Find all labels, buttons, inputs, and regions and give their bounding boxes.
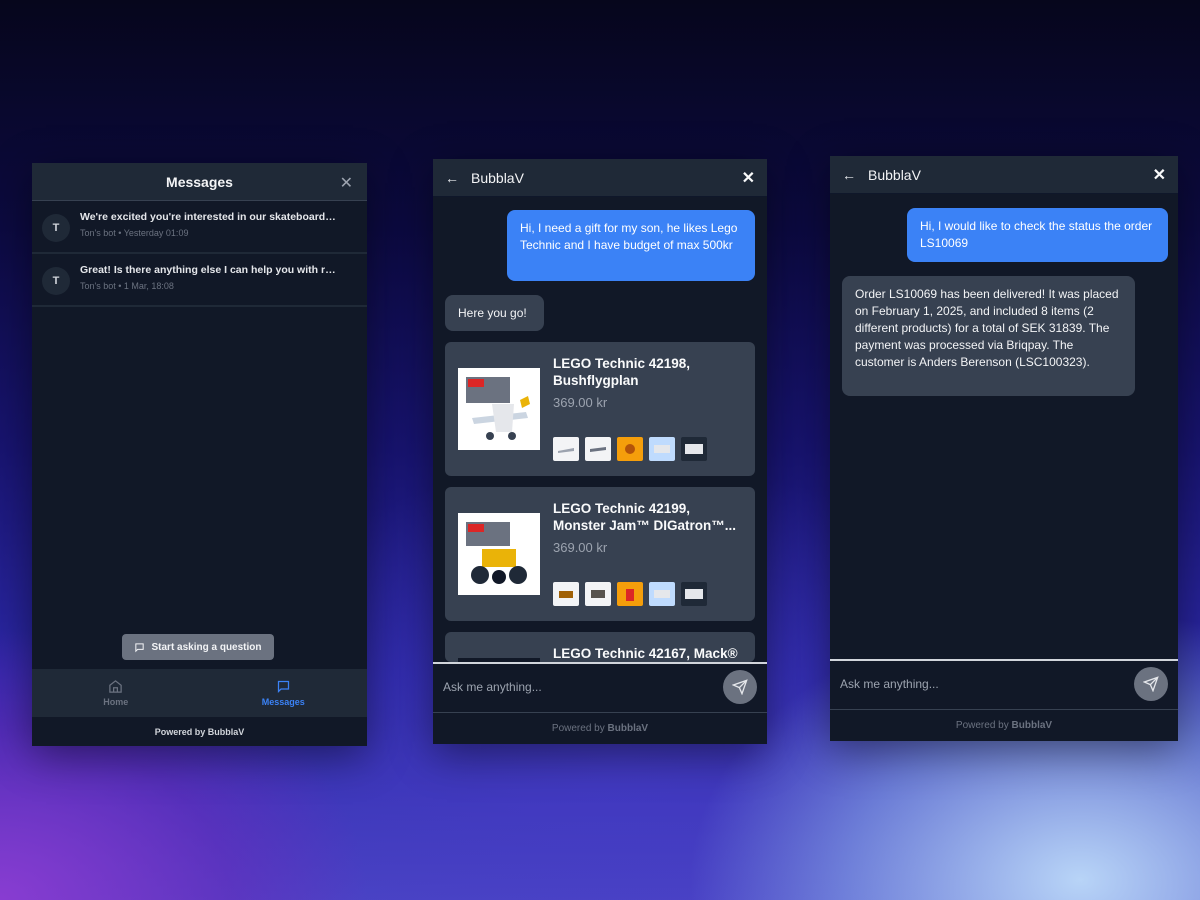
product-price: 369.00 kr <box>553 540 608 555</box>
chat-title: BubblaV <box>868 166 921 183</box>
back-arrow-icon[interactable]: ← <box>842 167 858 183</box>
product-thumbnail[interactable] <box>585 437 611 461</box>
chat-input-bar <box>433 662 767 710</box>
thread-preview: Great! Is there anything else I can help… <box>80 264 340 276</box>
product-name: LEGO Technic 42198, Bushflygplan <box>553 355 745 389</box>
home-icon <box>109 680 122 693</box>
product-image <box>458 368 540 450</box>
product-thumbnail[interactable] <box>617 582 643 606</box>
product-thumbnail[interactable] <box>681 437 707 461</box>
product-name-line: LEGO Technic 42167, Mack® <box>553 646 738 661</box>
avatar: T <box>42 267 70 295</box>
product-image <box>458 513 540 595</box>
product-name: LEGO Technic 42199, Monster Jam™ DIGatro… <box>553 500 745 534</box>
product-thumbnail[interactable] <box>553 582 579 606</box>
message-thread[interactable]: T We're excited you're interested in our… <box>32 201 367 254</box>
tab-home[interactable]: Home <box>32 669 200 717</box>
chat-panel-products: ← BubblaV ✕ Hi, I need a gift for my son… <box>433 159 767 744</box>
send-icon <box>732 679 748 695</box>
powered-by-footer: Powered by BubblaV <box>32 717 367 746</box>
close-icon[interactable]: ✕ <box>1153 165 1166 185</box>
product-card[interactable]: LEGO Technic 42198, Bushflygplan 369.00 … <box>445 342 755 476</box>
start-question-button[interactable]: Start asking a question <box>122 634 274 660</box>
product-thumbnail[interactable] <box>649 437 675 461</box>
product-card[interactable]: LEGO Technic 42167, Mack® <box>445 632 755 662</box>
powered-by-footer: Powered by BubblaV <box>433 712 767 744</box>
messages-panel: Messages ✕ T We're excited you're intere… <box>32 163 367 746</box>
footer-prefix: Powered by <box>955 720 1009 731</box>
powered-by-footer: Powered by BubblaV <box>830 709 1178 741</box>
back-arrow-icon[interactable]: ← <box>445 170 461 186</box>
close-icon[interactable]: ✕ <box>742 168 755 188</box>
chat-panel-order: ← BubblaV ✕ Hi, I would like to check th… <box>830 156 1178 741</box>
product-name-line: Bushflygplan <box>553 373 639 388</box>
start-question-label: Start asking a question <box>151 641 262 653</box>
product-card[interactable]: LEGO Technic 42199, Monster Jam™ DIGatro… <box>445 487 755 621</box>
chat-icon <box>277 680 289 694</box>
product-thumbnail[interactable] <box>585 582 611 606</box>
tab-messages-label: Messages <box>261 697 305 707</box>
product-name-line: Monster Jam™ DIGatron™... <box>553 518 737 533</box>
chat-input-bar <box>830 659 1178 707</box>
send-icon <box>1143 676 1159 692</box>
footer-prefix: Powered by <box>551 723 605 734</box>
avatar: T <box>42 214 70 242</box>
product-thumbnail[interactable] <box>553 437 579 461</box>
bot-message-bubble: Here you go! <box>445 295 544 331</box>
chat-input[interactable] <box>443 680 723 694</box>
chat-header: ← BubblaV ✕ <box>433 159 767 197</box>
user-message-bubble: Hi, I would like to check the status the… <box>907 208 1168 262</box>
chat-icon <box>135 642 145 652</box>
product-thumbnails <box>553 582 707 606</box>
chat-input[interactable] <box>840 677 1134 691</box>
chat-title: BubblaV <box>471 169 524 186</box>
bottom-nav: Home Messages <box>32 669 367 717</box>
thread-meta: Ton's bot • 1 Mar, 18:08 <box>80 281 174 291</box>
product-price: 369.00 kr <box>553 395 608 410</box>
thread-content: Great! Is there anything else I can help… <box>80 264 340 291</box>
product-name-line: LEGO Technic 42198, <box>553 356 691 371</box>
product-name: LEGO Technic 42167, Mack® <box>553 645 745 662</box>
product-name-line: LEGO Technic 42199, <box>553 501 691 516</box>
chat-header: ← BubblaV ✕ <box>830 156 1178 194</box>
thread-meta: Ton's bot • Yesterday 01:09 <box>80 228 189 238</box>
thread-content: We're excited you're interested in our s… <box>80 211 340 238</box>
send-button[interactable] <box>1134 667 1168 701</box>
footer-brand: BubblaV <box>1011 720 1053 731</box>
bot-message-bubble: Order LS10069 has been delivered! It was… <box>842 276 1135 396</box>
tab-messages[interactable]: Messages <box>200 669 368 717</box>
user-message-bubble: Hi, I need a gift for my son, he likes L… <box>507 210 755 281</box>
thread-preview: We're excited you're interested in our s… <box>80 211 340 223</box>
product-thumbnail[interactable] <box>681 582 707 606</box>
messages-title: Messages <box>166 173 233 190</box>
product-thumbnails <box>553 437 707 461</box>
message-thread[interactable]: T Great! Is there anything else I can he… <box>32 254 367 307</box>
tab-home-label: Home <box>103 697 129 707</box>
product-thumbnail[interactable] <box>617 437 643 461</box>
product-thumbnail[interactable] <box>649 582 675 606</box>
close-icon[interactable]: ✕ <box>340 173 353 193</box>
footer-brand: BubblaV <box>607 723 649 734</box>
messages-header: Messages ✕ <box>32 163 367 201</box>
send-button[interactable] <box>723 670 757 704</box>
